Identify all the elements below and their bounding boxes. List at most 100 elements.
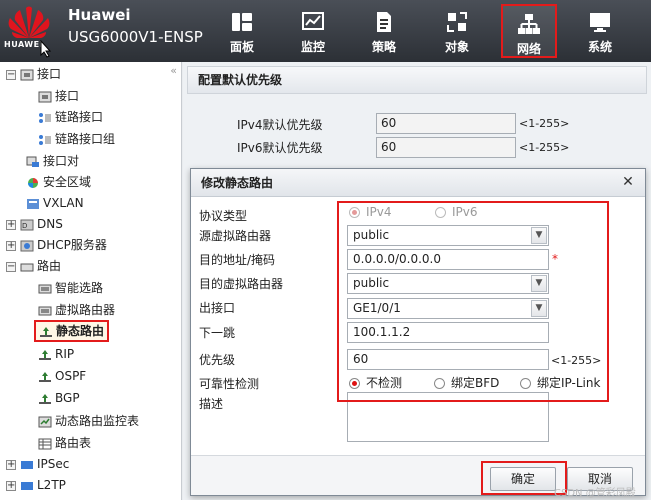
sidebar-item-label: 安全区域 bbox=[43, 175, 92, 189]
sidebar-item-l2tp[interactable]: + L2TP bbox=[6, 475, 66, 495]
sidebar-item-ipsec[interactable]: + IPSec bbox=[6, 454, 69, 474]
sidebar-item-route-table[interactable]: 路由表 bbox=[38, 433, 91, 453]
nav-label: 对象 bbox=[444, 40, 469, 54]
ipv4-default-priority-label: IPv4默认优先级 bbox=[237, 118, 323, 132]
dest-addr-label: 目的地址/掩码 bbox=[199, 253, 276, 267]
radio-checked-icon bbox=[349, 207, 360, 218]
radio-checked-icon bbox=[349, 378, 360, 389]
bgp-icon bbox=[39, 393, 51, 404]
radio-label: IPv4 bbox=[366, 205, 392, 219]
description-textarea[interactable] bbox=[347, 392, 549, 442]
ipv6-default-priority-input[interactable]: 60 bbox=[376, 137, 516, 158]
collapse-icon[interactable]: − bbox=[6, 69, 16, 80]
ipsec-icon bbox=[21, 460, 33, 469]
dashboard-icon bbox=[232, 13, 252, 31]
next-hop-input[interactable]: 100.1.1.2 bbox=[347, 322, 549, 343]
egress-interface-select[interactable]: GE1/0/1 ▼ bbox=[347, 298, 549, 319]
sidebar-item-label: 智能选路 bbox=[55, 281, 104, 295]
logo-text: HUAWEI bbox=[4, 40, 44, 49]
radio-unchecked-icon bbox=[434, 378, 445, 389]
sidebar-item-dns[interactable]: + D DNS bbox=[6, 214, 63, 234]
chevron-down-icon[interactable]: ▼ bbox=[531, 227, 547, 244]
ipv4-default-priority-input[interactable]: 60 bbox=[376, 113, 516, 134]
priority-range-hint: <1-255> bbox=[551, 354, 602, 367]
collapse-icon[interactable]: − bbox=[6, 261, 16, 272]
reachability-check-label: 可靠性检测 bbox=[199, 377, 260, 391]
sidebar-item-bgp[interactable]: BGP bbox=[38, 388, 80, 408]
sidebar-item-label: 接口 bbox=[37, 67, 62, 81]
sidebar-item-link-interface-group[interactable]: 链路接口组 bbox=[38, 129, 115, 149]
priority-input[interactable]: 60 bbox=[347, 349, 549, 370]
sidebar-item-rip[interactable]: RIP bbox=[38, 344, 74, 364]
src-vrouter-label: 源虚拟路由器 bbox=[199, 229, 272, 243]
no-check-radio[interactable]: 不检测 bbox=[349, 374, 402, 391]
sidebar-item-label: OSPF bbox=[55, 369, 87, 383]
sidebar-item-label: 接口 bbox=[55, 89, 80, 103]
collapse-sidebar-icon[interactable]: « bbox=[170, 64, 177, 77]
sidebar-item-static-route[interactable]: 静态路由 bbox=[34, 320, 110, 342]
expand-icon[interactable]: + bbox=[6, 219, 16, 230]
sidebar-item-label: 静态路由 bbox=[56, 324, 105, 338]
sidebar-item-security-zone[interactable]: 安全区域 bbox=[26, 172, 91, 192]
route-table-icon bbox=[38, 438, 52, 449]
sidebar-item-label: RIP bbox=[55, 347, 75, 361]
nav-dashboard[interactable]: 面板 bbox=[214, 4, 270, 58]
interface-pair-icon bbox=[26, 156, 39, 167]
bind-ip-link-radio[interactable]: 绑定IP-Link bbox=[520, 374, 600, 391]
chevron-down-icon[interactable]: ▼ bbox=[531, 300, 547, 317]
sidebar-item-smart-route[interactable]: 智能选路 bbox=[38, 278, 103, 298]
sidebar-item-dhcp[interactable]: + DHCP服务器 bbox=[6, 235, 107, 255]
protocol-ipv6-radio[interactable]: IPv6 bbox=[435, 205, 478, 219]
select-value: public bbox=[353, 276, 390, 290]
next-hop-label: 下一跳 bbox=[199, 326, 236, 340]
protocol-ipv4-radio[interactable]: IPv4 bbox=[349, 205, 392, 219]
sidebar-item-label: 路由 bbox=[37, 259, 62, 273]
static-route-icon bbox=[40, 326, 52, 337]
ok-button[interactable]: 确定 bbox=[490, 467, 556, 491]
smart-route-icon bbox=[38, 284, 52, 293]
chevron-down-icon[interactable]: ▼ bbox=[531, 275, 547, 292]
monitor-chart-icon bbox=[302, 12, 324, 30]
nav-monitor[interactable]: 监控 bbox=[285, 4, 341, 58]
bind-bfd-radio[interactable]: 绑定BFD bbox=[434, 374, 499, 391]
sidebar-item-interface-group[interactable]: − 接口 bbox=[6, 64, 61, 84]
dialog-title: 修改静态路由 bbox=[191, 169, 645, 197]
nav-system[interactable]: 系统 bbox=[572, 4, 628, 58]
sidebar-item-route-group[interactable]: − 路由 bbox=[6, 256, 61, 276]
sidebar-item-label: L2TP bbox=[37, 478, 66, 492]
sidebar-item-label: DHCP服务器 bbox=[37, 238, 107, 252]
expand-icon[interactable]: + bbox=[6, 240, 16, 251]
dhcp-icon bbox=[20, 240, 34, 251]
priority-label: 优先级 bbox=[199, 353, 236, 367]
sidebar-item-label: 虚拟路由器 bbox=[55, 303, 116, 317]
radio-label: 不检测 bbox=[366, 376, 403, 390]
radio-label: 绑定IP-Link bbox=[537, 376, 601, 390]
expand-icon[interactable]: + bbox=[6, 480, 16, 491]
l2tp-icon bbox=[21, 481, 33, 490]
src-vrouter-select[interactable]: public ▼ bbox=[347, 225, 549, 246]
interface-icon bbox=[20, 69, 34, 80]
description-label: 描述 bbox=[199, 397, 224, 411]
radio-unchecked-icon bbox=[520, 378, 531, 389]
dest-vrouter-select[interactable]: public ▼ bbox=[347, 273, 549, 294]
required-mark: * bbox=[552, 252, 558, 266]
expand-icon[interactable]: + bbox=[6, 459, 16, 470]
interface-icon bbox=[38, 91, 52, 102]
sidebar-item-interface[interactable]: 接口 bbox=[38, 86, 79, 106]
sidebar-item-ospf[interactable]: OSPF bbox=[38, 366, 86, 386]
sidebar-item-dynamic-route-monitor[interactable]: 动态路由监控表 bbox=[38, 411, 139, 431]
ospf-icon bbox=[39, 371, 51, 382]
sidebar-item-link-interface[interactable]: 链路接口 bbox=[38, 107, 103, 127]
network-topology-icon bbox=[518, 14, 540, 34]
dest-addr-input[interactable]: 0.0.0.0/0.0.0.0 bbox=[347, 249, 549, 270]
sidebar: « − 接口 接口 链路接口 链路接口组 接口对 安全区域 VXLAN + D DNS… bbox=[0, 62, 182, 500]
nav-policy[interactable]: 策略 bbox=[356, 4, 412, 58]
close-icon[interactable]: ✕ bbox=[619, 173, 637, 191]
nav-network[interactable]: 网络 bbox=[501, 4, 557, 58]
security-zone-icon bbox=[28, 177, 38, 188]
nav-object[interactable]: 对象 bbox=[429, 4, 485, 58]
sidebar-item-vxlan[interactable]: VXLAN bbox=[26, 193, 84, 213]
rip-icon bbox=[39, 349, 51, 360]
sidebar-item-interface-pair[interactable]: 接口对 bbox=[26, 151, 79, 171]
sidebar-item-virtual-router[interactable]: 虚拟路由器 bbox=[38, 300, 115, 320]
